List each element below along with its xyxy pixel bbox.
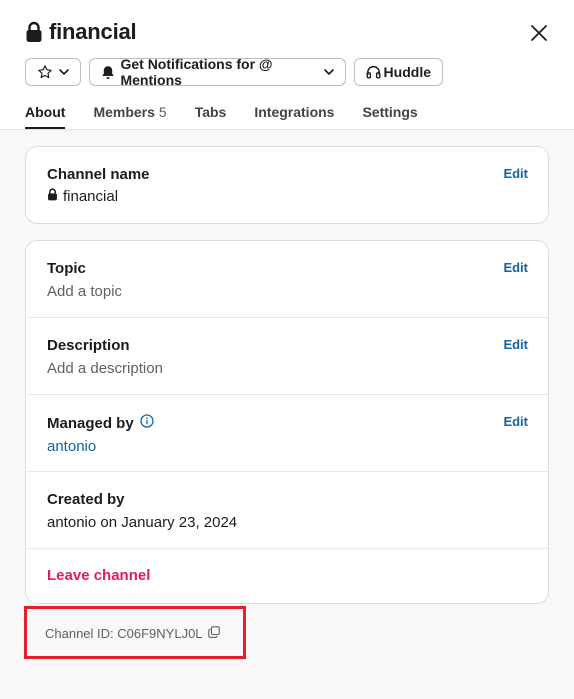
managed-by-label: Managed by bbox=[47, 414, 134, 432]
channel-actions: Get Notifications for @ Mentions Huddle bbox=[25, 56, 443, 88]
channel-name-card: Channel name financial Edit bbox=[25, 146, 549, 224]
star-button[interactable] bbox=[25, 58, 81, 86]
info-icon[interactable] bbox=[140, 414, 154, 432]
edit-managers-button[interactable]: Edit bbox=[503, 414, 528, 429]
topic-row[interactable]: Topic Add a topic Edit bbox=[26, 241, 548, 318]
chevron-down-icon bbox=[59, 68, 69, 76]
lock-icon bbox=[47, 188, 58, 205]
description-value: Add a description bbox=[47, 360, 163, 377]
topic-label: Topic bbox=[47, 260, 86, 277]
created-by-label: Created by bbox=[47, 491, 125, 508]
channel-name-label: Channel name bbox=[47, 166, 150, 183]
huddle-button[interactable]: Huddle bbox=[354, 58, 443, 86]
channel-id-footer: Channel ID: C06F9NYLJ0L bbox=[45, 626, 220, 641]
notifications-label: Get Notifications for @ Mentions bbox=[120, 56, 273, 88]
description-row[interactable]: Description Add a description Edit bbox=[26, 318, 548, 395]
tab-label: About bbox=[25, 104, 66, 120]
channel-title-row: financial bbox=[25, 18, 137, 46]
created-by-value: antonio on January 23, 2024 bbox=[47, 514, 238, 531]
close-button[interactable] bbox=[526, 22, 552, 48]
channel-id-text: Channel ID: C06F9NYLJ0L bbox=[45, 626, 203, 641]
tab-integrations[interactable]: Integrations bbox=[254, 104, 334, 128]
edit-description-button[interactable]: Edit bbox=[503, 337, 528, 352]
tab-bar: About Members 5 Tabs Integrations Setting… bbox=[25, 104, 418, 129]
description-label: Description bbox=[47, 337, 130, 354]
manager-link[interactable]: antonio bbox=[47, 438, 527, 455]
edit-channel-name-button[interactable]: Edit bbox=[503, 166, 528, 181]
notifications-button[interactable]: Get Notifications for @ Mentions bbox=[89, 56, 346, 88]
channel-name-text: financial bbox=[63, 188, 119, 205]
lock-icon bbox=[25, 21, 43, 43]
tab-settings[interactable]: Settings bbox=[362, 104, 417, 128]
edit-topic-button[interactable]: Edit bbox=[503, 260, 528, 275]
managed-by-row: Managed by antonio Edit bbox=[26, 395, 548, 472]
bell-icon bbox=[101, 65, 115, 80]
close-icon bbox=[530, 24, 548, 47]
leave-channel-row[interactable]: Leave channel bbox=[26, 549, 548, 603]
topic-value: Add a topic bbox=[47, 283, 123, 300]
tab-label: Members bbox=[93, 104, 155, 120]
page-title: financial bbox=[49, 19, 137, 44]
channel-details-header: financial Get Notifications for @ Mentio… bbox=[0, 0, 574, 130]
tab-label: Settings bbox=[362, 104, 418, 120]
tab-label: Tabs bbox=[194, 104, 227, 120]
channel-name-row[interactable]: Channel name financial Edit bbox=[26, 147, 548, 223]
tab-label: Integrations bbox=[254, 104, 335, 120]
huddle-label: Huddle bbox=[383, 64, 431, 80]
chevron-down-icon bbox=[324, 68, 334, 76]
copy-icon[interactable] bbox=[207, 626, 220, 641]
channel-name-value: financial bbox=[47, 188, 527, 205]
member-count: 5 bbox=[158, 104, 167, 120]
tab-about[interactable]: About bbox=[25, 104, 66, 129]
leave-channel-button[interactable]: Leave channel bbox=[47, 567, 150, 584]
star-icon bbox=[37, 64, 53, 80]
created-by-row: Created by antonio on January 23, 2024 bbox=[26, 472, 548, 549]
headphones-icon bbox=[366, 65, 381, 79]
tab-tabs[interactable]: Tabs bbox=[195, 104, 227, 128]
channel-details-card: Topic Add a topic Edit Description Add a… bbox=[25, 240, 549, 604]
tab-members[interactable]: Members 5 bbox=[93, 104, 166, 128]
managed-by-label-row: Managed by bbox=[47, 414, 527, 432]
